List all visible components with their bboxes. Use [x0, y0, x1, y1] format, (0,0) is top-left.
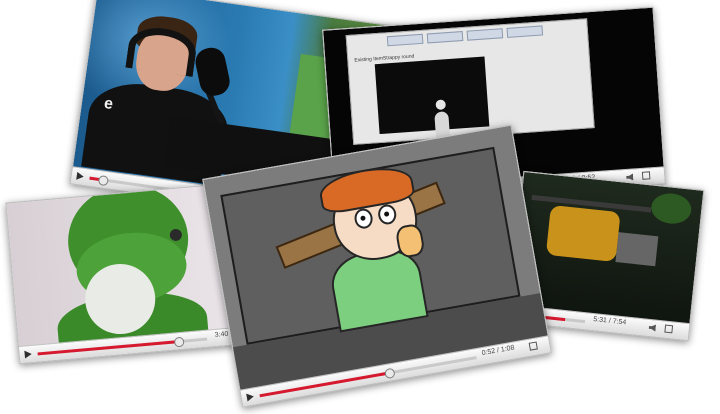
lego-structure [615, 232, 659, 267]
time-display: 0:52 / 1:08 [481, 344, 516, 358]
play-icon[interactable] [246, 392, 255, 402]
fullscreen-icon[interactable] [641, 171, 651, 180]
progress-handle[interactable] [97, 174, 109, 187]
progress-played [37, 340, 178, 356]
fullscreen-icon[interactable] [664, 324, 674, 334]
cartoon-pupil [360, 215, 366, 222]
time-display: 3:40 [214, 330, 229, 339]
progress-handle[interactable] [384, 367, 396, 380]
progress-handle[interactable] [173, 336, 185, 348]
app-window: Existing ItemStrappy round [345, 18, 595, 145]
volume-icon[interactable] [626, 173, 633, 180]
app-tab [386, 33, 424, 47]
app-canvas [374, 56, 490, 143]
canvas-dot [435, 99, 447, 111]
play-icon[interactable] [76, 171, 85, 181]
app-tab [426, 31, 464, 44]
cartoon-pupil [383, 211, 390, 217]
time-display: 5:31 / 7:54 [592, 316, 627, 327]
volume-icon[interactable] [648, 324, 656, 332]
app-tab [466, 28, 504, 41]
fullscreen-icon[interactable] [528, 341, 538, 351]
play-icon[interactable] [24, 349, 33, 359]
lego-helicopter [545, 204, 621, 263]
app-tab [506, 25, 544, 38]
